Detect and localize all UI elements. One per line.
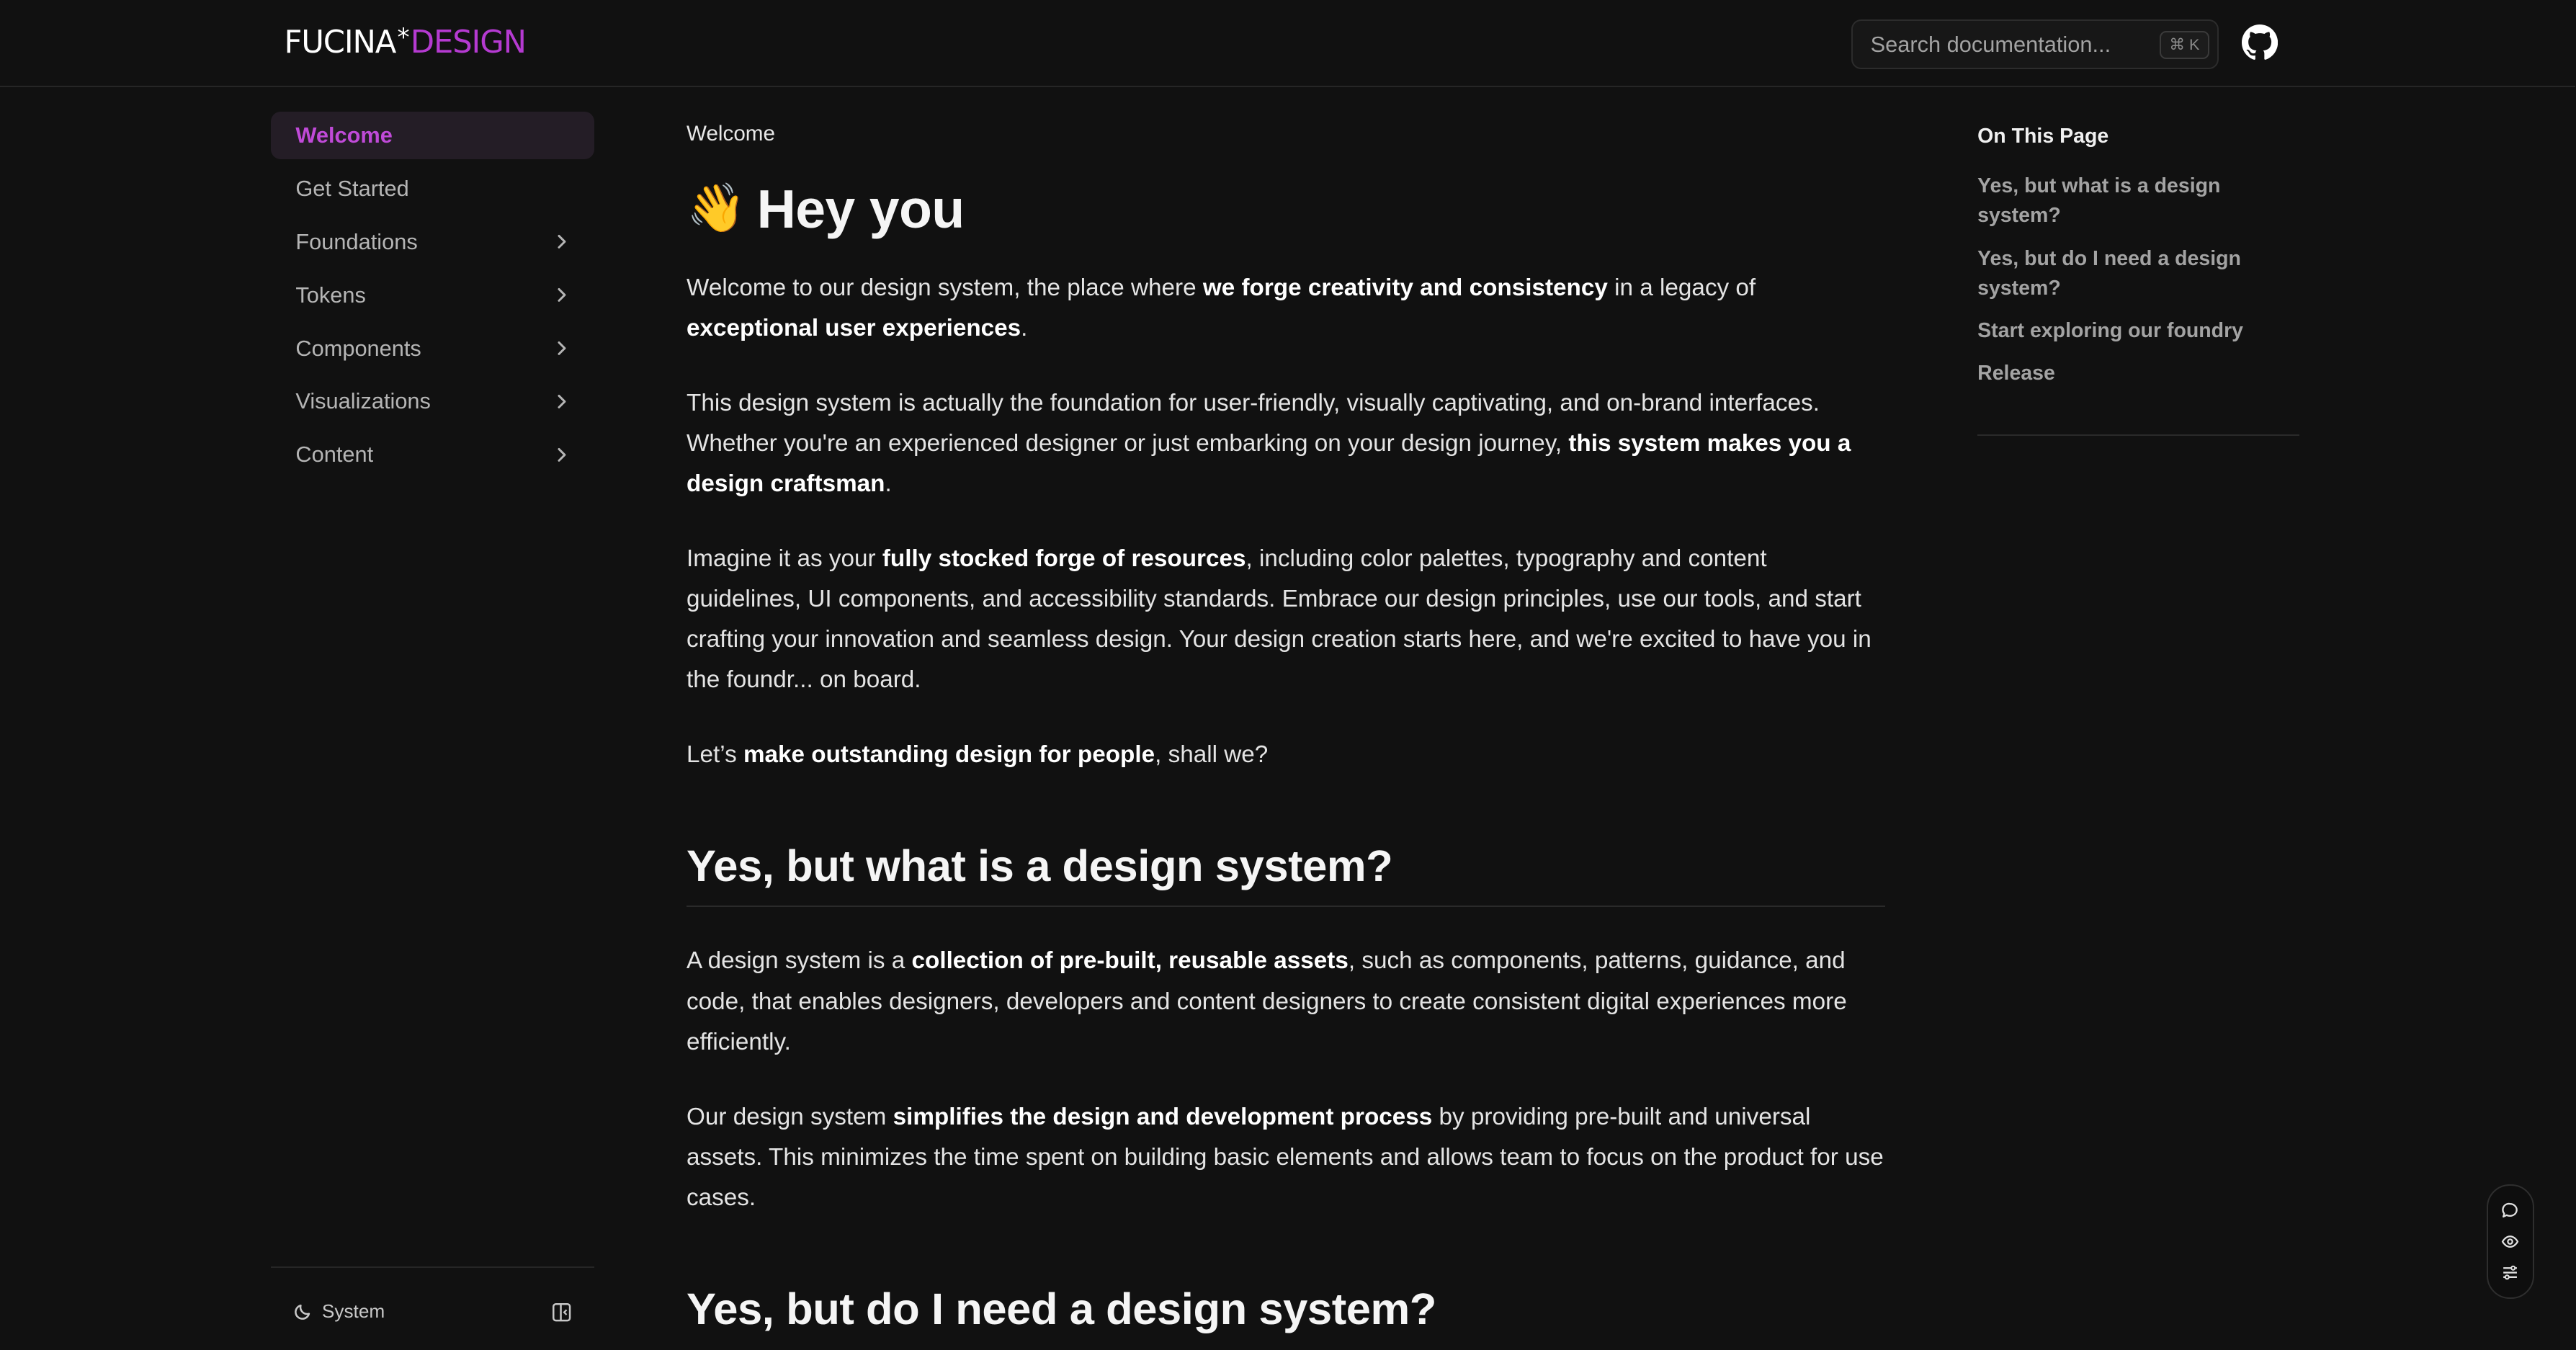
page-title-text: Hey you [756,178,965,239]
section-heading-need: Yes, but do I need a design system? [687,1284,1436,1335]
chevron-right-icon [558,447,566,462]
toc-link-need[interactable]: Yes, but do I need a design system? [1977,244,2299,303]
waving-hand-icon: 👋 [687,182,746,236]
intro-paragraph-2: This design system is actually the found… [687,389,1851,497]
logo-text-design: DESIGN [410,24,527,61]
chevron-right-icon [558,341,566,355]
sidebar-item-label: Tokens [295,282,366,308]
sidebar-item-label: Foundations [295,228,418,254]
main-content: Welcome 👋 Hey you Welcome to our design … [687,121,1886,1349]
chevron-right-icon [558,288,566,303]
search-placeholder: Search documentation... [1870,31,2111,57]
search-shortcut-badge: ⌘ K [2159,31,2209,59]
intro-paragraph-1: Welcome to our design system, the place … [687,274,1756,341]
eye-icon[interactable] [2501,1233,2519,1251]
sidebar-item-label: Visualizations [295,388,431,414]
sidebar-footer: System [271,1266,595,1350]
sidebar-item-get-started[interactable]: Get Started [271,165,594,213]
sidebar-item-welcome[interactable]: Welcome [271,112,595,160]
logo[interactable]: FUCINA * DESIGN [284,22,527,64]
sidebar-item-label: Components [295,335,421,361]
moon-icon [295,1305,310,1320]
sidebar-item-tokens[interactable]: Tokens [271,272,594,319]
top-bar: FUCINA * DESIGN Search documentation... ⌘ … [0,0,2576,87]
sidebar-item-foundations[interactable]: Foundations [271,218,594,266]
intro-paragraph-3: Imagine it as your fully stocked forge o… [687,545,1871,694]
chevron-right-icon [558,235,566,249]
what-is-paragraph-2: Our design system simplifies the design … [687,1103,1884,1211]
sidebar-item-visualizations[interactable]: Visualizations [271,377,594,425]
sidebar-item-label: Content [295,442,374,468]
github-icon[interactable] [2242,24,2278,61]
comment-icon[interactable] [2501,1202,2519,1220]
table-of-contents: On This Page Yes, but what is a design s… [1977,125,2299,436]
logo-text-fucina: FUCINA [284,24,396,61]
theme-switcher[interactable]: System [294,1300,385,1323]
toc-link-what-is[interactable]: Yes, but what is a design system? [1977,171,2299,231]
what-is-paragraph-1: A design system is a collection of pre-b… [687,947,1847,1055]
toc-divider [1977,434,2299,436]
chevron-right-icon [558,394,566,408]
collapse-sidebar-icon[interactable] [552,1302,571,1322]
toc-link-release[interactable]: Release [1977,359,2299,388]
sidebar-item-content[interactable]: Content [271,431,594,478]
toc-link-start-exploring[interactable]: Start exploring our foundry [1977,316,2299,346]
toc-title: On This Page [1977,125,2109,148]
sidebar-item-label: Welcome [295,122,393,148]
search-input[interactable]: Search documentation... ⌘ K [1851,19,2219,69]
logo-star: * [397,23,410,53]
intro-paragraph-4: Let’s make outstanding design for people… [687,741,1269,769]
sidebar-item-label: Get Started [295,175,409,201]
sidebar-nav: Welcome Get Started Foundations Tokens C… [271,112,595,484]
breadcrumb: Welcome [687,121,775,146]
sidebar-item-components[interactable]: Components [271,324,594,372]
section-heading-what-is: Yes, but what is a design system? [687,841,1886,907]
floating-toolbar [2486,1184,2535,1300]
theme-label: System [321,1300,385,1323]
page-title: 👋 Hey you [687,172,1885,244]
settings-sliders-icon[interactable] [2501,1264,2519,1282]
